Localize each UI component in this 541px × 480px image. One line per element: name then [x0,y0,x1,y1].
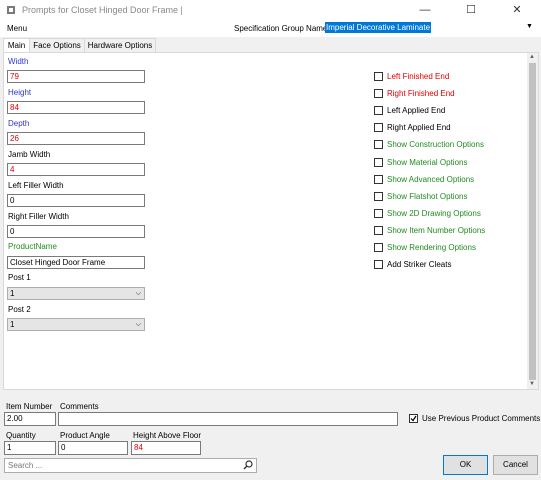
option-checkbox-label: Show Material Options [387,157,468,167]
tab-face-options[interactable]: Face Options [29,38,85,53]
spec-group-select[interactable]: Imperial Decorative Laminate [325,22,432,33]
checkbox-box[interactable] [374,174,383,184]
post2-label: Post 2 [8,305,31,314]
scrollbar-thumb[interactable] [529,63,536,380]
option-checkbox-label: Left Finished End [387,72,450,81]
checkbox-box[interactable] [409,414,418,423]
option-checkbox-label: Show Advanced Options [387,174,475,184]
option-checkbox-label: Show Rendering Options [387,243,476,252]
depth-input[interactable]: 26 [7,132,145,145]
jamb-width-input[interactable]: 4 [7,163,145,176]
scroll-down-icon[interactable]: ▼ [529,381,535,387]
ok-button[interactable]: OK [443,455,488,475]
checkbox-box[interactable] [374,191,383,201]
jamb-width-label: Jamb Width [8,150,51,159]
post2-value: 1 [10,320,15,329]
chevron-down-icon: ⌵ [135,290,141,297]
height-above-floor-label: Height Above Floor [133,431,202,440]
option-checkbox-label: Right Applied End [387,123,451,133]
checkbox-box[interactable] [374,140,383,150]
post1-label: Post 1 [8,273,31,282]
scroll-up-icon[interactable]: ▲ [529,54,535,60]
close-button[interactable]: ✕ [494,0,540,20]
vertical-scrollbar[interactable]: ▲ ▼ [527,53,538,389]
option-checkbox-label: Show Construction Options [387,140,484,150]
tab-hardware-options[interactable]: Hardware Options [84,38,156,53]
width-label: Width [8,57,29,66]
post1-select[interactable]: 1 ⌵ [7,287,145,300]
quantity-label: Quantity [6,431,36,440]
product-angle-label: Product Angle [60,431,110,440]
option-checkbox-label: Left Applied End [387,106,446,116]
height-input[interactable]: 84 [7,101,145,114]
right-filler-label: Right Filler Width [8,212,69,221]
post2-select[interactable]: 1 ⌵ [7,318,145,331]
search-input[interactable]: Search ... [4,458,257,473]
product-name-input[interactable]: Closet Hinged Door Frame [7,256,145,269]
checkbox-box[interactable] [374,89,383,99]
chevron-down-icon: ⌵ [135,321,141,328]
checkbox-box[interactable] [374,225,383,235]
maximize-button[interactable]: ☐ [448,0,494,20]
checkbox-box[interactable] [374,243,383,252]
post1-value: 1 [10,289,15,298]
cancel-button[interactable]: Cancel [493,455,538,475]
window-title: Prompts for Closet Hinged Door Frame | [22,5,183,15]
checkbox-box[interactable] [374,208,383,218]
comments-input[interactable] [58,412,398,426]
depth-label: Depth [8,119,30,128]
comments-label: Comments [60,402,99,411]
option-checkbox-label: Show Flatshot Options [387,191,468,201]
menu-button[interactable]: Menu [7,24,27,33]
height-label: Height [8,88,32,97]
option-checkbox-label: Add Striker Cleats [387,260,452,270]
use-previous-comments-label: Use Previous Product Comments [422,414,541,423]
item-number-input[interactable]: 2.00 [4,412,56,426]
right-filler-input[interactable]: 0 [7,225,145,238]
minimize-button[interactable]: — [402,0,448,20]
height-above-floor-input[interactable]: 84 [131,441,201,455]
width-input[interactable]: 79 [7,70,145,83]
checkbox-box[interactable] [374,123,383,133]
checkbox-box[interactable] [374,157,383,167]
left-filler-label: Left Filler Width [8,181,64,190]
option-checkbox-label: Show Item Number Options [387,225,486,235]
quantity-input[interactable]: 1 [4,441,56,455]
app-icon [7,6,15,14]
checkbox-box[interactable] [374,72,383,81]
check-icon [410,415,417,422]
option-checkbox-label: Right Finished End [387,89,455,99]
checkbox-box[interactable] [374,260,383,270]
product-name-label: ProductName [8,242,57,251]
search-icon[interactable] [243,460,253,470]
search-placeholder: Search ... [8,461,43,470]
left-filler-input[interactable]: 0 [7,194,145,207]
spec-group-label: Specification Group Name [234,24,328,33]
item-number-label: Item Number [6,402,53,411]
menu-bar: Menu Specification Group Name Imperial D… [0,20,541,37]
chevron-down-icon[interactable]: ▼ [526,23,533,30]
title-bar: Prompts for Closet Hinged Door Frame | —… [0,0,541,20]
checkbox-box[interactable] [374,106,383,116]
option-checkbox-label: Show 2D Drawing Options [387,208,481,218]
product-angle-input[interactable]: 0 [58,441,128,455]
